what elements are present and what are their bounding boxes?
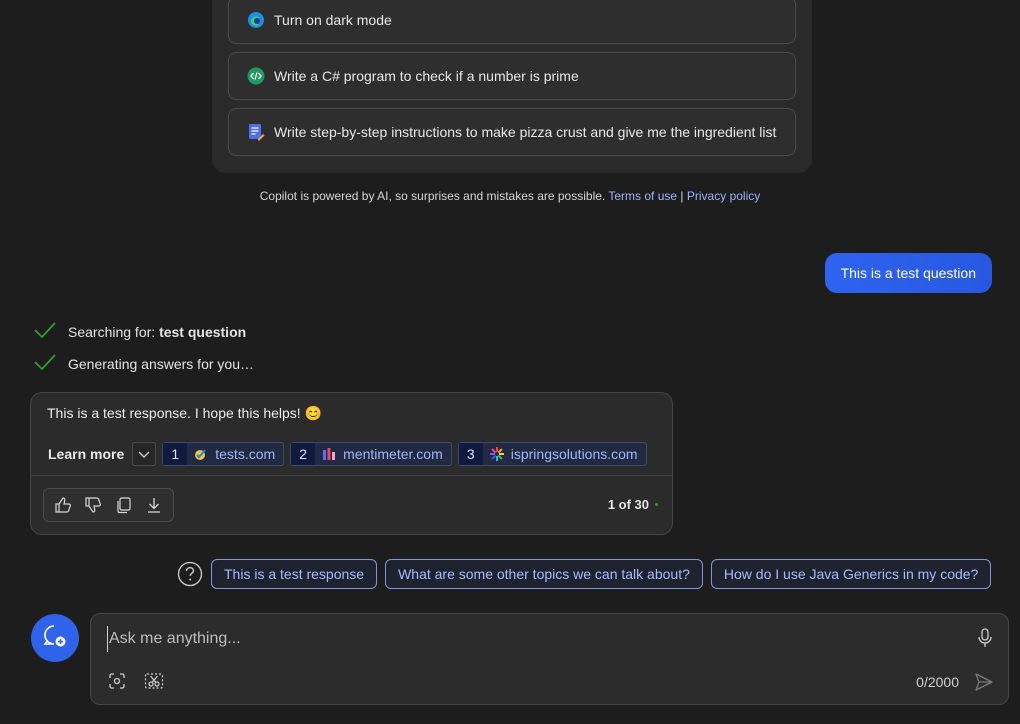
code-icon [247,67,265,85]
microphone-icon[interactable] [976,628,994,653]
suggestion-csharp-prime[interactable]: Write a C# program to check if a number … [228,52,796,100]
thumbs-down-icon[interactable] [81,493,105,517]
tests-favicon-icon [193,446,209,462]
status-searching: Searching for: test question [34,320,246,343]
chat-composer: 0/2000 [90,613,1009,705]
learn-more-expand-button[interactable] [132,442,157,466]
source-link-2[interactable]: 2 mentimeter.com [290,442,452,466]
followup-suggestions: This is a test response What are some ot… [177,559,992,589]
source-number: 2 [291,443,316,465]
source-link-3[interactable]: 3 ispringsolutions.com [457,442,647,466]
response-page-count: 1 of 30 [608,497,658,512]
new-topic-button[interactable] [31,614,79,662]
privacy-policy-link[interactable]: Privacy policy [687,189,760,203]
learn-more-row: Learn more 1 tests.com 2 mentimeter.com … [48,442,647,466]
searching-prefix: Searching for: [68,323,156,340]
character-counter: 0/2000 [916,674,959,690]
chevron-down-icon [138,446,150,462]
suggestion-pizza-crust[interactable]: Write step-by-step instructions to make … [228,108,796,156]
source-link-1[interactable]: 1 tests.com [162,442,285,466]
mentimeter-favicon-icon [321,446,337,462]
image-snip-icon[interactable] [144,672,164,695]
response-divider [31,475,672,476]
download-icon[interactable] [142,493,166,517]
searching-query: test question [159,323,247,340]
suggestion-label: Write step-by-step instructions to make … [274,124,777,140]
edge-icon [247,11,265,29]
status-generating-text: Generating answers for you… [68,355,254,372]
status-generating: Generating answers for you… [34,352,254,375]
suggestion-dark-mode[interactable]: Turn on dark mode [228,0,796,44]
suggestion-label: Turn on dark mode [274,12,392,28]
learn-more-label: Learn more [48,446,125,462]
followup-chip[interactable]: This is a test response [211,559,378,589]
followup-chip[interactable]: What are some other topics we can talk a… [385,559,703,589]
response-card: This is a test response. I hope this hel… [30,392,673,535]
send-icon[interactable] [974,672,994,697]
source-name: mentimeter.com [343,446,443,462]
copy-icon[interactable] [112,493,136,517]
source-number: 1 [163,443,188,465]
terms-of-use-link[interactable]: Terms of use [608,189,677,203]
source-number: 3 [458,443,483,465]
checkmark-icon [34,320,56,343]
source-name: ispringsolutions.com [510,446,638,462]
new-chat-icon [42,623,68,654]
thumbs-up-icon[interactable] [51,493,75,517]
status-dot [655,503,658,506]
user-message-bubble: This is a test question [824,253,992,293]
disclaimer-separator: | [680,189,684,203]
checkmark-icon [34,352,56,375]
disclaimer-text: Copilot is powered by AI, so surprises a… [259,189,606,203]
response-actions [43,488,174,522]
status-searching-text: Searching for: test question [68,324,246,340]
user-message-text: This is a test question [840,265,976,281]
ispring-favicon-icon [489,446,505,462]
response-text: This is a test response. I hope this hel… [47,405,323,421]
chat-input[interactable] [107,626,947,652]
followup-chip[interactable]: How do I use Java Generics in my code? [710,559,992,589]
page-count-text: 1 of 30 [607,497,649,512]
source-name: tests.com [215,446,276,462]
suggestion-label: Write a C# program to check if a number … [274,68,579,84]
document-edit-icon [247,123,265,141]
disclaimer: Copilot is powered by AI, so surprises a… [0,189,1020,203]
screenshot-capture-icon[interactable] [108,672,126,695]
help-question-icon [177,561,203,587]
